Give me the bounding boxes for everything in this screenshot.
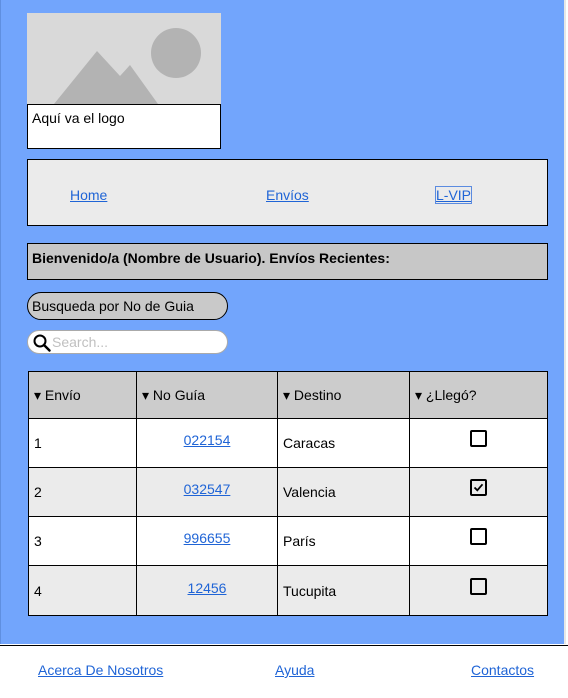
arrived-checkbox[interactable] [470,528,487,545]
sort-header-llego[interactable]: ▾ ¿Llegó? [409,371,548,419]
guide-link[interactable]: 032547 [184,481,231,497]
table-row: 1 022154 Caracas [28,418,548,468]
table-row: 3 996655 París [28,516,548,566]
search-icon [33,334,51,357]
main-nav: Home Envíos L-VIP [27,159,548,226]
arrived-checkbox[interactable] [470,479,487,496]
guide-link[interactable]: 022154 [184,432,231,448]
logo-block: Aquí va el logo [27,13,221,149]
guide-link[interactable]: 12456 [188,580,227,596]
shipments-table: ▾ Envío ▾ No Guía ▾ Destino ▾ ¿Llegó? 1 … [28,371,548,616]
footer-about-link[interactable]: Acerca De Nosotros [38,662,163,678]
destination: Tucupita [277,565,410,616]
table-row: 4 12456 Tucupita [28,565,548,616]
search-by-guide-label: Busqueda por No de Guia [27,292,228,320]
search-box[interactable] [27,330,228,354]
footer-contact-link[interactable]: Contactos [471,662,534,678]
sort-header-envio[interactable]: ▾ Envío [28,371,137,419]
shipment-number: 3 [28,516,137,566]
shipment-number: 4 [28,565,137,616]
welcome-banner: Bienvenido/a (Nombre de Usuario). Envíos… [27,243,548,280]
sort-header-destino[interactable]: ▾ Destino [277,371,410,419]
sort-header-guia[interactable]: ▾ No Guía [136,371,278,419]
logo-caption: Aquí va el logo [27,104,221,149]
arrived-checkbox[interactable] [470,577,487,595]
table-row: 2 032547 Valencia [28,467,548,517]
nav-envios-link[interactable]: Envíos [266,187,309,203]
nav-lvip-link[interactable]: L-VIP [434,186,473,204]
arrived-checkbox[interactable] [470,430,487,447]
guide-link[interactable]: 996655 [184,530,231,546]
shipment-number: 2 [28,467,137,517]
footer: Acerca De Nosotros Ayuda Contactos [0,645,568,698]
destination: Valencia [277,467,410,517]
destination: París [277,516,410,566]
footer-help-link[interactable]: Ayuda [275,662,314,678]
destination: Caracas [277,418,410,468]
shipment-number: 1 [28,418,137,468]
nav-home-link[interactable]: Home [70,187,107,203]
table-header-row: ▾ Envío ▾ No Guía ▾ Destino ▾ ¿Llegó? [28,371,548,419]
image-placeholder-icon [27,13,221,104]
search-input[interactable] [52,333,222,351]
